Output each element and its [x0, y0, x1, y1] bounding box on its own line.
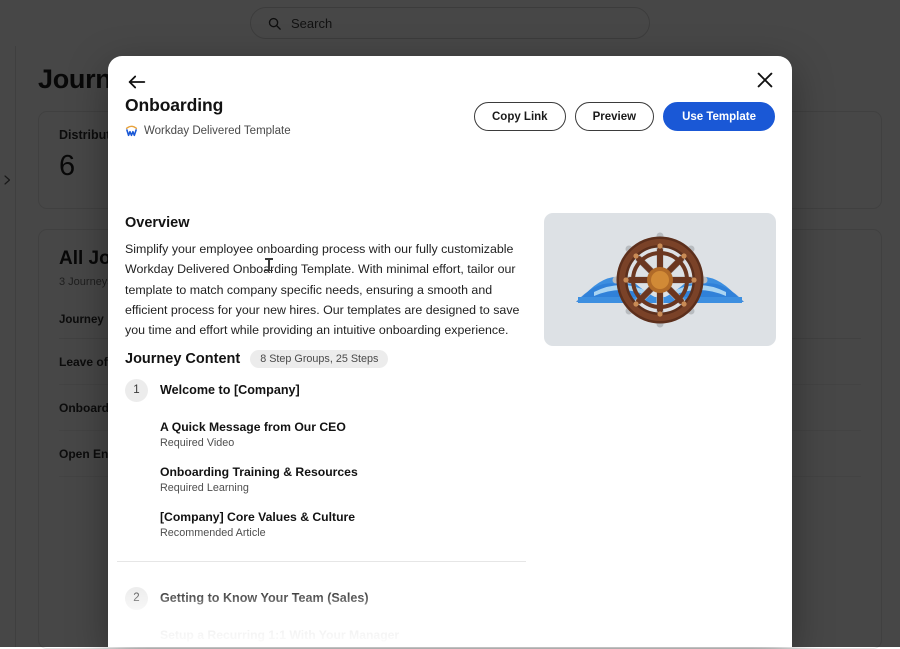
step-group: 2 Getting to Know Your Team (Sales) Setu… [108, 584, 792, 647]
divider [117, 561, 526, 562]
list-item[interactable]: Onboarding Training & Resources Required… [108, 465, 792, 494]
step-group-name: Welcome to [Company] [160, 383, 300, 397]
step-meta: Required Learning [160, 482, 792, 494]
modal-subtitle-row: Workday Delivered Template [125, 124, 291, 137]
arrow-left-icon [126, 71, 148, 93]
journey-content-header: Journey Content 8 Step Groups, 25 Steps [125, 350, 388, 368]
text-cursor-icon [268, 258, 270, 271]
journey-content-count-chip: 8 Step Groups, 25 Steps [250, 350, 388, 368]
modal-title-block: Onboarding Workday Delivered Template [125, 95, 291, 137]
template-detail-modal: Onboarding Workday Delivered Template Co… [108, 56, 792, 647]
list-item[interactable]: [Company] Core Values & Culture Recommen… [108, 510, 792, 539]
step-name: Onboarding Training & Resources [160, 465, 792, 479]
list-item[interactable]: Setup a Recurring 1:1 With Your Manager … [108, 628, 792, 647]
overview-body-text: Simplify your employee onboarding proces… [125, 239, 522, 340]
modal-title: Onboarding [125, 95, 291, 116]
step-name: Setup a Recurring 1:1 With Your Manager [160, 628, 792, 642]
step-name: [Company] Core Values & Culture [160, 510, 792, 524]
copy-link-button[interactable]: Copy Link [474, 102, 566, 131]
back-button[interactable] [126, 71, 148, 93]
ships-wheel-icon [570, 228, 750, 332]
step-group: 1 Welcome to [Company] A Quick Message f… [108, 376, 792, 562]
journey-content-heading: Journey Content [125, 351, 240, 367]
modal-body: Overview Simplify your employee onboardi… [108, 154, 792, 647]
close-button[interactable] [754, 69, 776, 91]
step-group-header[interactable]: 1 Welcome to [Company] [108, 376, 792, 404]
step-group-header[interactable]: 2 Getting to Know Your Team (Sales) [108, 584, 792, 612]
step-group-number: 2 [125, 587, 148, 610]
overview-heading: Overview [125, 215, 190, 231]
modal-action-buttons: Copy Link Preview Use Template [474, 102, 775, 131]
step-group-number: 1 [125, 379, 148, 402]
list-item[interactable]: A Quick Message from Our CEO Required Vi… [108, 420, 792, 449]
step-group-name: Getting to Know Your Team (Sales) [160, 591, 369, 605]
preview-button[interactable]: Preview [575, 102, 654, 131]
step-meta: Recommended Article [160, 527, 792, 539]
template-hero-image [544, 213, 776, 346]
use-template-button[interactable]: Use Template [663, 102, 775, 131]
step-meta: Required Video [160, 437, 792, 449]
workday-logo-icon [125, 124, 138, 137]
close-icon [754, 69, 776, 91]
journey-content-list: 1 Welcome to [Company] A Quick Message f… [108, 376, 792, 647]
modal-subtitle: Workday Delivered Template [144, 125, 291, 137]
step-name: A Quick Message from Our CEO [160, 420, 792, 434]
